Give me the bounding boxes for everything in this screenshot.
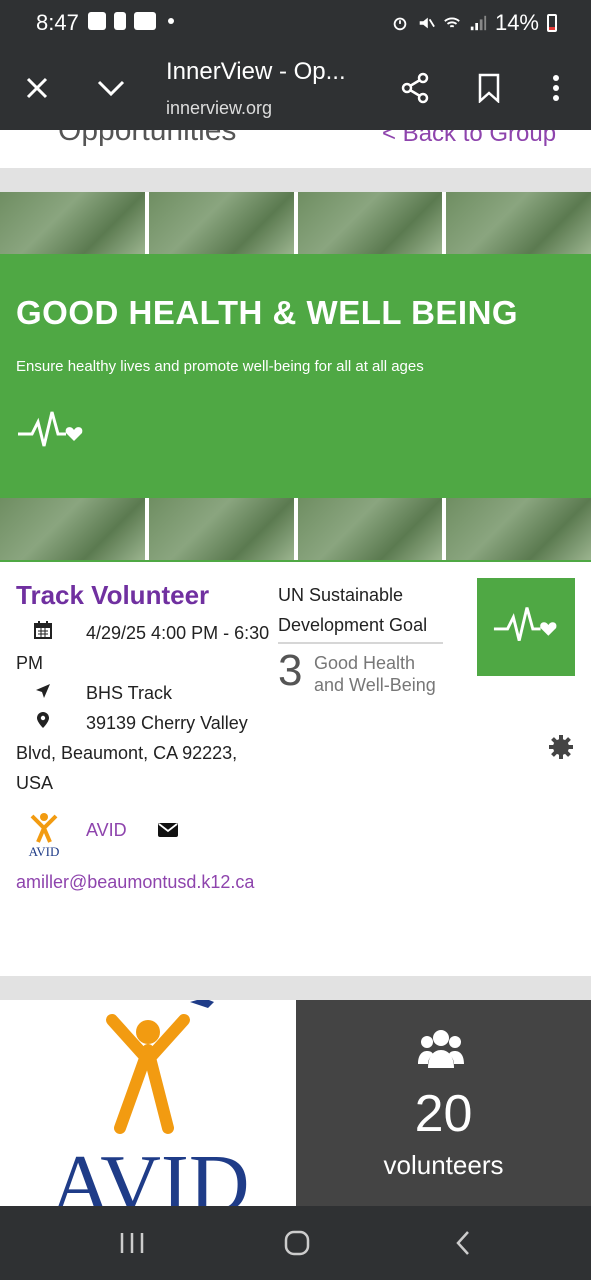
status-bar: 8:47 14%	[0, 0, 591, 46]
event-address-row: 39139 Cherry Valley Blvd, Beaumont, CA 9…	[16, 708, 272, 798]
banner-photo	[148, 192, 294, 254]
volunteer-count: 20	[414, 1085, 473, 1143]
recent-apps-icon	[120, 1233, 144, 1253]
heartbeat-icon	[493, 607, 557, 641]
home-button[interactable]	[277, 1226, 317, 1260]
back-icon	[456, 1231, 469, 1255]
section-title: Opportunities	[58, 130, 237, 147]
heartbeat-icon	[18, 411, 83, 447]
alarm-icon	[393, 17, 407, 31]
banner-photo	[446, 192, 591, 254]
event-info: 4/29/25 4:00 PM - 6:30 PM BHS Track 3913…	[16, 618, 272, 798]
photo-strip-top	[0, 192, 591, 254]
event-location-row: BHS Track	[16, 678, 272, 708]
calendar-icon	[34, 618, 52, 648]
event-details: Track Volunteer 4/29/25 4:00 PM - 6:30 P…	[0, 562, 591, 976]
system-nav-bar	[0, 1206, 591, 1280]
status-notifications	[88, 12, 174, 30]
home-icon	[284, 1230, 310, 1256]
gallery-icon	[88, 12, 106, 30]
youtube-icon	[134, 12, 156, 30]
page-title: InnerView - Op...	[166, 58, 346, 85]
sdg-heading: UN Sustainable Development Goal	[278, 585, 428, 635]
sdg-banner: GOOD HEALTH & WELL BEING Ensure healthy …	[0, 192, 591, 562]
sdg-divider	[278, 642, 443, 644]
page-header: Opportunities < Back to Group	[0, 130, 591, 168]
organization-link[interactable]: AVID	[86, 820, 127, 841]
battery-icon	[547, 14, 557, 32]
more-notifications-icon	[168, 18, 174, 24]
banner-photo	[297, 498, 443, 560]
event-location-name: BHS Track	[86, 683, 173, 703]
users-icon	[418, 1030, 464, 1068]
banner-subtitle: Ensure healthy lives and promote well-be…	[16, 358, 424, 375]
wifi-icon	[444, 17, 460, 28]
avid-logo: AVID	[50, 1000, 250, 1206]
banner-main: GOOD HEALTH & WELL BEING Ensure healthy …	[0, 258, 591, 494]
organization-row: AVID AVID	[16, 810, 276, 860]
divider	[0, 976, 591, 1000]
envelope-icon[interactable]	[158, 822, 178, 838]
bookmark-button[interactable]	[469, 68, 509, 108]
event-title[interactable]: Track Volunteer	[16, 580, 209, 611]
banner-title: GOOD HEALTH & WELL BEING	[16, 294, 519, 331]
back-button[interactable]	[443, 1226, 483, 1260]
close-icon	[26, 77, 48, 99]
banner-photo	[0, 192, 145, 254]
sdg-info: UN Sustainable Development Goal 3 Good H…	[278, 580, 443, 696]
avid-logo-small[interactable]: AVID	[20, 810, 68, 858]
signal-icon	[470, 15, 487, 31]
share-button[interactable]	[395, 68, 435, 108]
recent-apps-button[interactable]	[112, 1226, 152, 1260]
banner-photo	[148, 498, 294, 560]
sdg-number: 3	[278, 646, 303, 695]
divider	[0, 168, 591, 192]
share-icon	[401, 72, 429, 104]
volunteers-card: 20 volunteers	[296, 1000, 591, 1206]
close-button[interactable]	[17, 68, 57, 108]
sdg-badge[interactable]	[477, 578, 575, 676]
battery-percent: 14%	[494, 10, 539, 35]
browser-toolbar: InnerView - Op... innerview.org	[0, 46, 591, 130]
organization-logo-card[interactable]: AVID	[0, 1000, 296, 1206]
summary-cards: AVID 20 volunteers	[0, 1000, 591, 1206]
banner-photo	[446, 498, 591, 560]
banner-photo	[297, 192, 443, 254]
gear-icon[interactable]	[548, 734, 574, 760]
status-system: 14%	[391, 10, 557, 36]
avid-logo-text: AVID	[29, 844, 60, 858]
more-icon	[553, 75, 559, 101]
location-arrow-icon	[34, 678, 52, 708]
contact-email-link[interactable]: amiller@beaumontusd.k12.ca	[16, 872, 278, 893]
volunteer-label: volunteers	[383, 1150, 504, 1180]
sdg-goal: 3 Good Health and Well-Being	[278, 646, 443, 696]
back-to-group-link[interactable]: < Back to Group	[382, 130, 556, 148]
photo-strip-bottom	[0, 498, 591, 560]
event-datetime: 4/29/25 4:00 PM - 6:30 PM	[16, 623, 270, 673]
chevron-down-icon	[97, 80, 125, 97]
banner-photo	[0, 498, 145, 560]
alert-icon	[114, 12, 126, 30]
bookmark-icon	[478, 73, 500, 103]
status-time: 8:47	[36, 10, 79, 35]
map-pin-icon	[34, 708, 52, 738]
collapse-button[interactable]	[91, 68, 131, 108]
avid-logo-text: AVID	[50, 1138, 249, 1206]
more-options-button[interactable]	[536, 68, 576, 108]
page-url: innerview.org	[166, 98, 273, 118]
mute-icon	[419, 17, 435, 29]
sdg-name: Good Health and Well-Being	[314, 653, 436, 695]
event-datetime-row: 4/29/25 4:00 PM - 6:30 PM	[16, 618, 272, 678]
